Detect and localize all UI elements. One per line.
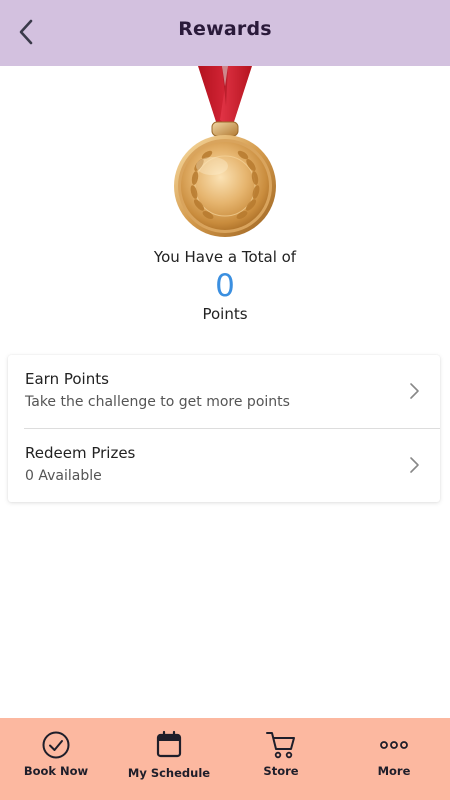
total-points-label: You Have a Total of — [153, 248, 297, 266]
earn-points-item[interactable]: Earn Points Take the challenge to get mo… — [8, 355, 440, 428]
rewards-menu-card: Earn Points Take the challenge to get mo… — [8, 355, 440, 502]
app-header: Rewards — [0, 0, 450, 66]
tab-book-now[interactable]: Book Now — [0, 718, 112, 800]
redeem-prizes-item[interactable]: Redeem Prizes 0 Available — [8, 429, 440, 502]
cart-icon — [266, 732, 295, 759]
calendar-icon — [156, 730, 182, 758]
tab-store[interactable]: Store — [225, 718, 337, 800]
gold-medal-icon — [174, 66, 276, 237]
more-dots-icon — [380, 741, 408, 749]
rewards-screen: Rewards You Have a Total of 0 Points Ear… — [0, 0, 450, 800]
bottom-tab-bar: Book Now My Schedule Store More — [0, 718, 450, 800]
tab-store-label: Store — [263, 764, 299, 778]
points-unit-label: Points — [202, 305, 248, 323]
points-value: 0 — [215, 268, 235, 304]
tab-more[interactable]: More — [338, 718, 450, 800]
earn-points-title: Earn Points — [25, 370, 109, 388]
chevron-right-icon — [410, 383, 419, 399]
page-title: Rewards — [178, 18, 272, 40]
tab-more-label: More — [377, 764, 411, 778]
redeem-prizes-subtitle: 0 Available — [25, 468, 102, 484]
tab-my-schedule-label: My Schedule — [127, 766, 211, 780]
check-circle-icon — [42, 731, 70, 759]
tab-book-now-label: Book Now — [23, 764, 89, 778]
tab-my-schedule[interactable]: My Schedule — [113, 718, 225, 800]
redeem-prizes-title: Redeem Prizes — [25, 444, 136, 462]
earn-points-subtitle: Take the challenge to get more points — [25, 394, 290, 410]
chevron-right-icon — [410, 457, 419, 473]
